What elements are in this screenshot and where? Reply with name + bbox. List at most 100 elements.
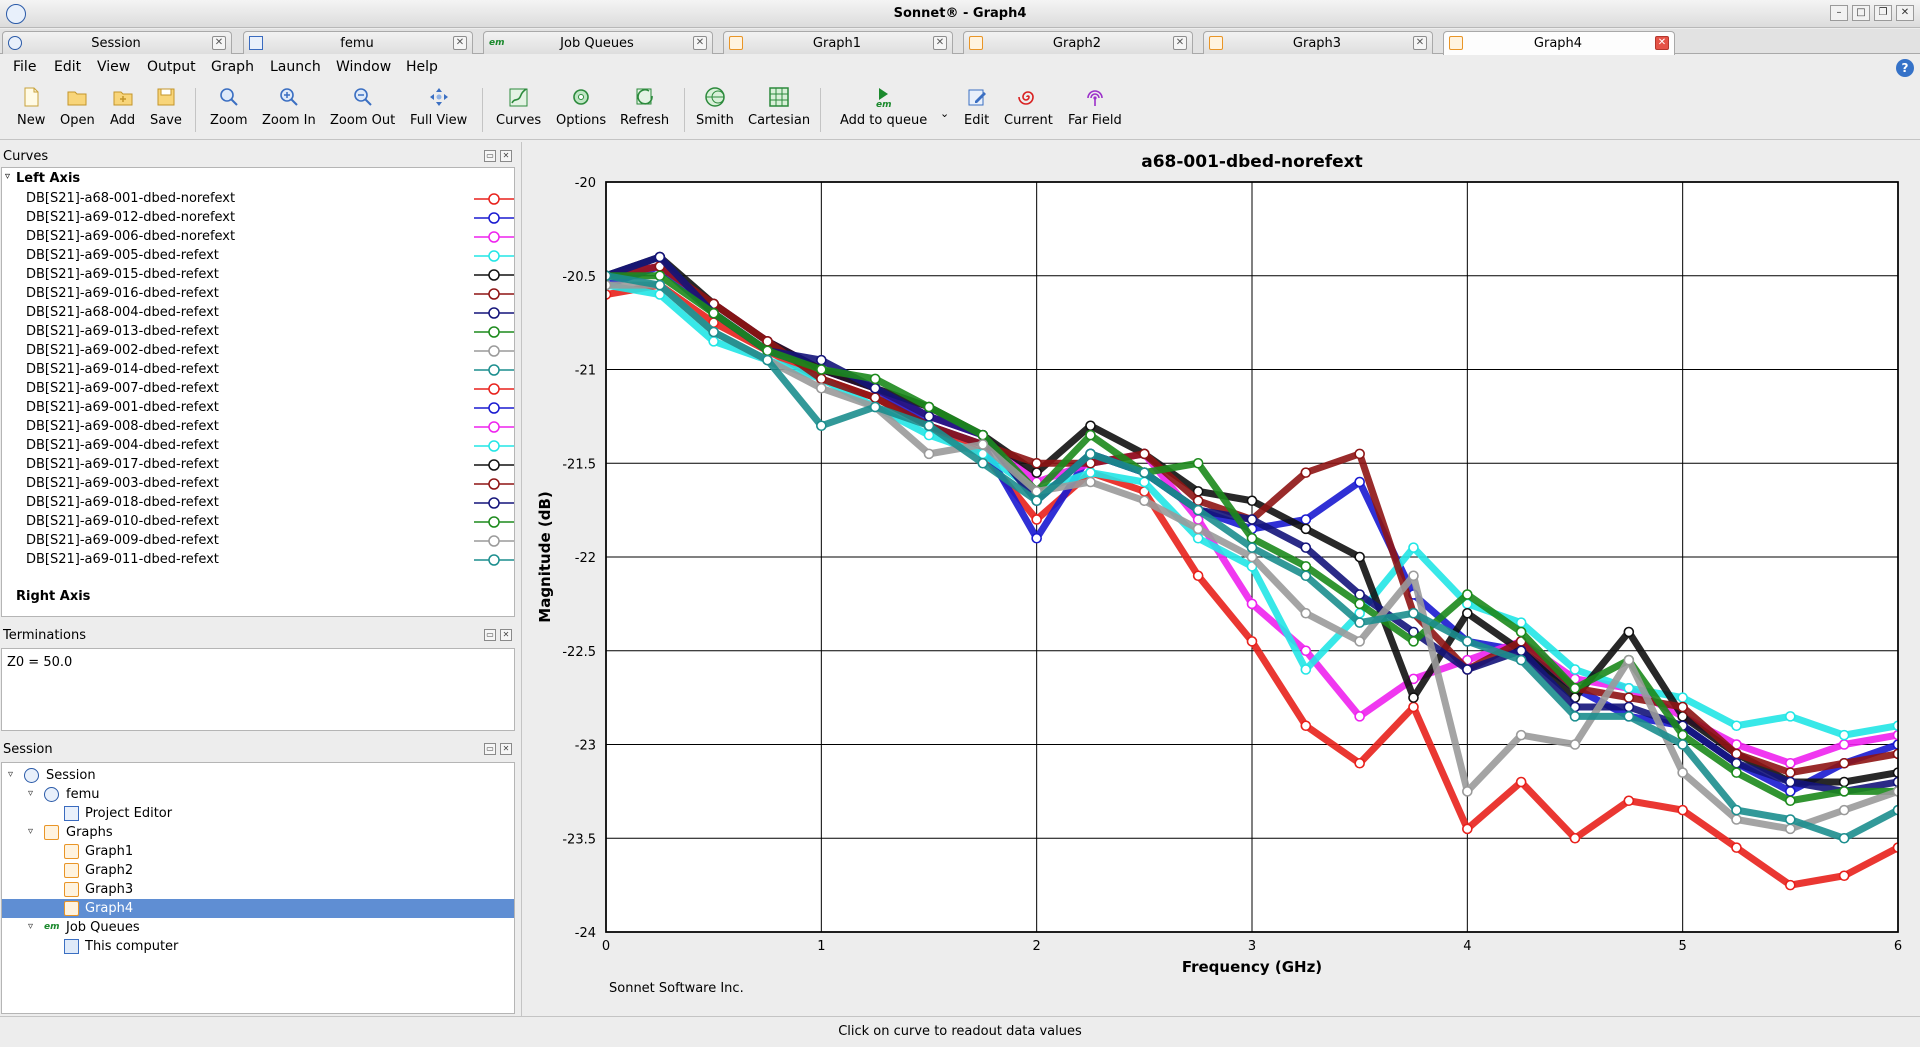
curve-row[interactable]: DB[S21]-a69-008-dbed-refext	[2, 417, 514, 436]
tree-item-graph2[interactable]: Graph2	[2, 861, 514, 880]
series-point[interactable]	[1300, 467, 1312, 478]
curve-row[interactable]: DB[S21]-a69-014-dbed-refext	[2, 360, 514, 379]
curves-button[interactable]: Curves	[496, 86, 541, 128]
curve-row[interactable]: DB[S21]-a69-011-dbed-refext	[2, 550, 514, 569]
series-point[interactable]	[1515, 729, 1527, 741]
smith-button[interactable]: Smith	[696, 86, 734, 128]
curve-row[interactable]: DB[S21]-a68-004-dbed-refext	[2, 303, 514, 322]
series-point[interactable]	[654, 279, 666, 291]
tab-graph3[interactable]: Graph3 ✕	[1203, 31, 1433, 54]
options-button[interactable]: Options	[556, 86, 606, 128]
series-point[interactable]	[1408, 636, 1419, 647]
add-button[interactable]: Add	[110, 86, 135, 128]
series-point[interactable]	[869, 373, 881, 385]
series-point[interactable]	[1569, 739, 1581, 750]
series-point[interactable]	[1192, 570, 1204, 582]
series-point[interactable]	[1408, 570, 1419, 582]
full-view-button[interactable]: Full View	[410, 86, 467, 128]
series-point[interactable]	[1354, 551, 1365, 563]
series-point[interactable]	[1462, 786, 1473, 797]
tree-item-session[interactable]: ▿ Session	[2, 766, 514, 785]
series-point[interactable]	[1354, 476, 1365, 488]
series-point[interactable]	[1731, 804, 1742, 816]
close-icon[interactable]: ✕	[1173, 36, 1187, 50]
series-point[interactable]	[1085, 467, 1096, 478]
series-point[interactable]	[1462, 636, 1473, 647]
tab-graph2[interactable]: Graph2 ✕	[963, 31, 1193, 54]
tab-graph4[interactable]: Graph4 ✕	[1443, 31, 1675, 55]
curve-row[interactable]: DB[S21]-a69-002-dbed-refext	[2, 341, 514, 360]
series-point[interactable]	[1623, 682, 1635, 694]
left-axis-group[interactable]: Left Axis	[16, 171, 80, 186]
curve-row[interactable]: DB[S21]-a68-001-dbed-norefext	[2, 189, 514, 208]
series-point[interactable]	[1300, 720, 1312, 732]
refresh-button[interactable]: Refresh	[620, 86, 669, 128]
curve-row[interactable]: DB[S21]-a69-010-dbed-refext	[2, 512, 514, 531]
series-point[interactable]	[1354, 711, 1365, 722]
curve-row[interactable]: DB[S21]-a69-013-dbed-refext	[2, 322, 514, 341]
series-point[interactable]	[1354, 448, 1365, 460]
series-point[interactable]	[1354, 757, 1365, 769]
tree-item-femu[interactable]: ▿ femu	[2, 785, 514, 804]
series-point[interactable]	[1408, 701, 1419, 713]
s21-magnitude-chart[interactable]: 0 1 2 3 4 5 6 -20 -20.5 -21 -21.5 -22 -22.5 -23 -23.5 -…	[522, 142, 1920, 1014]
series-point[interactable]	[1354, 636, 1365, 647]
series-point[interactable]	[1677, 701, 1688, 713]
tree-item-graph1[interactable]: Graph1	[2, 842, 514, 861]
series-point[interactable]	[869, 382, 881, 394]
close-icon[interactable]: ✕	[933, 36, 947, 50]
series-point[interactable]	[1031, 467, 1042, 478]
series-point[interactable]	[1246, 551, 1258, 563]
curve-row[interactable]: DB[S21]-a69-012-dbed-norefext	[2, 208, 514, 227]
tab-femu[interactable]: femu ✕	[243, 31, 473, 54]
series-point[interactable]	[1462, 664, 1473, 675]
float-panel-icon[interactable]: ▭	[484, 743, 496, 755]
close-panel-icon[interactable]: ✕	[500, 743, 512, 755]
add-to-queue-dropdown[interactable]: ⌄	[940, 106, 949, 121]
series-point[interactable]	[1731, 814, 1742, 825]
series-point[interactable]	[1300, 514, 1312, 525]
series-point[interactable]	[816, 373, 827, 385]
series-point[interactable]	[1838, 804, 1850, 816]
menu-file[interactable]: File	[13, 59, 36, 75]
series-point[interactable]	[977, 439, 989, 450]
series-point[interactable]	[1300, 523, 1312, 535]
tab-job-queues[interactable]: em Job Queues ✕	[483, 31, 713, 54]
series-point[interactable]	[1838, 870, 1850, 882]
series-point[interactable]	[1246, 636, 1258, 647]
series-point[interactable]	[1085, 476, 1096, 488]
series-point[interactable]	[1354, 617, 1365, 628]
tree-item-graph4[interactable]: Graph4	[2, 899, 514, 918]
menu-help[interactable]: Help	[406, 59, 438, 75]
expand-icon[interactable]: ▿	[28, 826, 40, 838]
series-point[interactable]	[1300, 561, 1312, 572]
series-point[interactable]	[1300, 570, 1312, 582]
series-point[interactable]	[708, 336, 719, 347]
series-point[interactable]	[1031, 532, 1042, 544]
curve-row[interactable]: DB[S21]-a69-015-dbed-refext	[2, 265, 514, 284]
menu-graph[interactable]: Graph	[211, 59, 254, 75]
series-point[interactable]	[762, 345, 773, 357]
series-point[interactable]	[1031, 495, 1042, 507]
add-to-queue-button[interactable]: em Add to queue	[840, 86, 927, 128]
expand-icon[interactable]: ▿	[8, 769, 20, 781]
series-point[interactable]	[1139, 448, 1150, 460]
minimize-button[interactable]: –	[1830, 5, 1848, 21]
series-point[interactable]	[1623, 711, 1635, 722]
curve-row[interactable]: DB[S21]-a69-018-dbed-refext	[2, 493, 514, 512]
series-point[interactable]	[1569, 682, 1581, 694]
series-point[interactable]	[1515, 776, 1527, 788]
series-point[interactable]	[1192, 523, 1204, 535]
series-point[interactable]	[1838, 786, 1850, 797]
series-point[interactable]	[1785, 767, 1796, 778]
cartesian-button[interactable]: Cartesian	[748, 86, 810, 128]
curve-row[interactable]: DB[S21]-a69-005-dbed-refext	[2, 246, 514, 265]
series-point[interactable]	[1677, 729, 1688, 741]
close-panel-icon[interactable]: ✕	[500, 629, 512, 641]
float-panel-icon[interactable]: ▭	[484, 150, 496, 162]
series-point[interactable]	[1515, 626, 1527, 638]
series-point[interactable]	[1569, 664, 1581, 675]
curve-row[interactable]: DB[S21]-a69-016-dbed-refext	[2, 284, 514, 303]
series-point[interactable]	[1300, 645, 1312, 657]
new-button[interactable]: New	[17, 86, 45, 128]
